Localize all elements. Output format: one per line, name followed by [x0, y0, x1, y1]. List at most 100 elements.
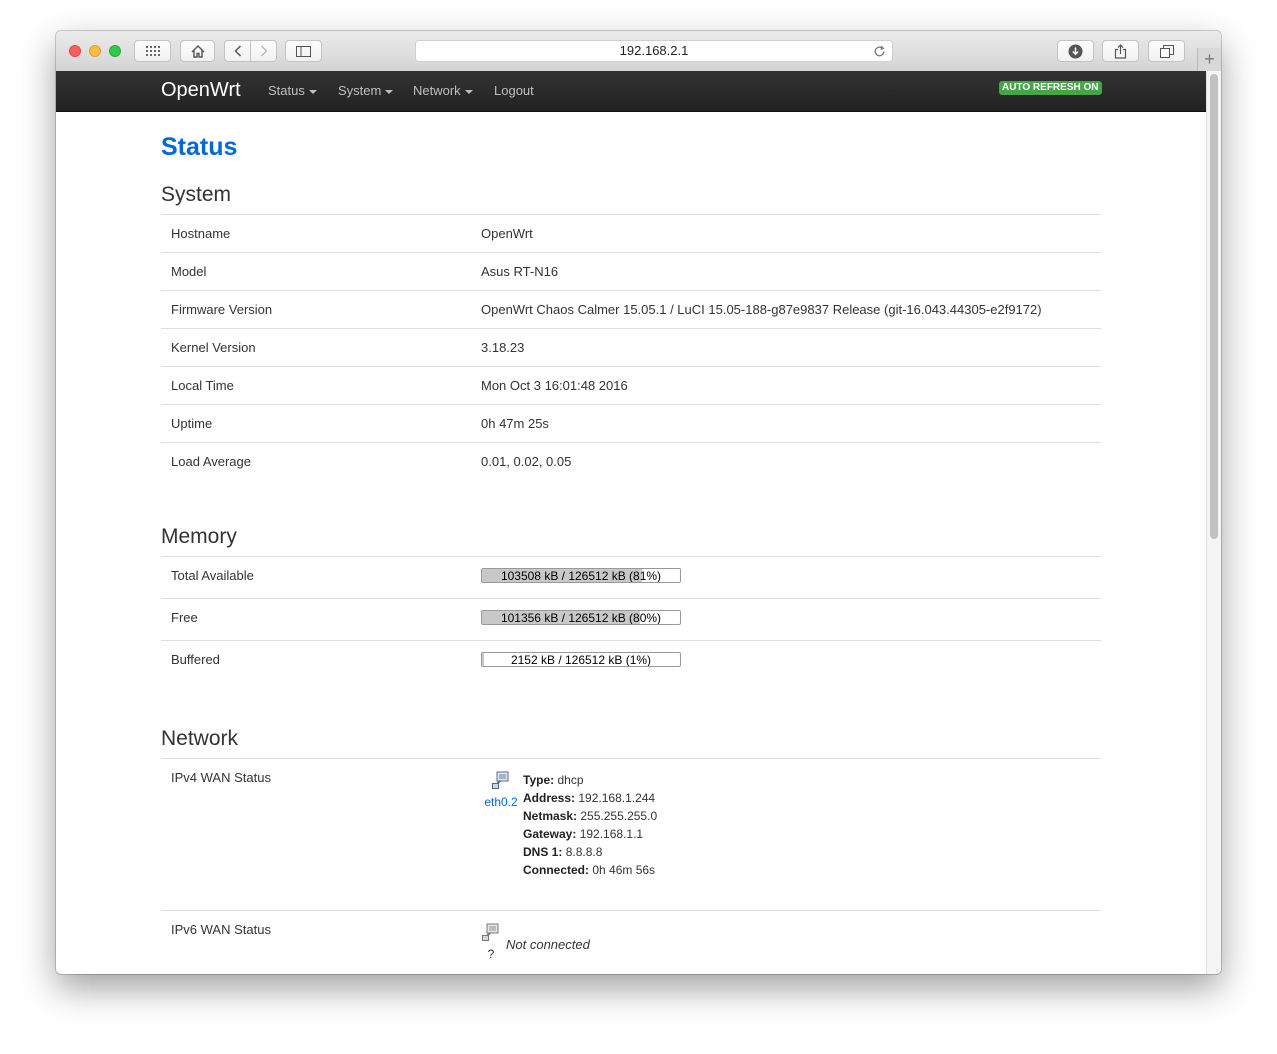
- scrollbar-thumb[interactable]: [1210, 74, 1218, 539]
- show-tabs-button[interactable]: [1148, 40, 1185, 62]
- page-scrollbar[interactable]: [1206, 71, 1221, 974]
- row-label: Load Average: [171, 454, 251, 469]
- download-icon: [1068, 44, 1083, 59]
- netmask-label: Netmask:: [523, 809, 578, 823]
- dns-value: 8.8.8.8: [565, 845, 603, 859]
- row-label: Model: [171, 264, 207, 279]
- back-icon: [233, 45, 242, 57]
- auto-refresh-badge[interactable]: AUTO REFRESH ON: [999, 81, 1102, 95]
- network-interface-icon: [482, 923, 500, 944]
- tabs-icon: [1159, 44, 1174, 58]
- table-row: Kernel Version 3.18.23: [161, 328, 1101, 366]
- url-text: 192.168.2.1: [619, 43, 689, 58]
- row-label: Free: [171, 610, 198, 625]
- type-value: dhcp: [557, 773, 584, 787]
- browser-window: 192.168.2.1 + OpenWrt Status System Netw…: [56, 31, 1221, 974]
- forward-button[interactable]: [250, 40, 277, 62]
- sidebar-icon: [296, 45, 311, 57]
- row-label: Firmware Version: [171, 302, 273, 317]
- reload-icon[interactable]: [873, 44, 886, 64]
- zoom-window-button[interactable]: [109, 45, 121, 57]
- network-table: IPv4 WAN Status eth0.2 Type: dhcp Addres…: [161, 758, 1101, 974]
- caret-down-icon: [385, 89, 394, 94]
- table-row: Buffered 2152 kB / 126512 kB (1%): [161, 640, 1101, 682]
- nav-logout-label: Logout: [494, 83, 534, 98]
- interface-name: ?: [487, 947, 495, 961]
- nav-status-label: Status: [268, 83, 305, 98]
- ipv6-status: Not connected: [506, 937, 590, 952]
- openwrt-navbar: OpenWrt Status System Network Logout AUT…: [56, 71, 1206, 112]
- row-label: Kernel Version: [171, 340, 256, 355]
- caret-down-icon: [464, 89, 473, 94]
- row-value: 0.01, 0.02, 0.05: [481, 454, 572, 469]
- sidebar-button[interactable]: [285, 40, 322, 62]
- nav-system[interactable]: System: [338, 83, 394, 98]
- brand-logo[interactable]: OpenWrt: [161, 79, 241, 102]
- table-row: Hostname OpenWrt: [161, 214, 1101, 252]
- row-value: Mon Oct 3 16:01:48 2016: [481, 378, 628, 393]
- ipv4-details: Type: dhcp Address: 192.168.1.244 Netmas…: [523, 771, 657, 879]
- row-label: Total Available: [171, 568, 254, 583]
- home-icon: [191, 44, 205, 58]
- nav-logout[interactable]: Logout: [494, 83, 534, 98]
- grid-icon: [145, 46, 160, 56]
- row-label: IPv4 WAN Status: [171, 770, 271, 785]
- row-label: Buffered: [171, 652, 220, 667]
- table-row: Load Average 0.01, 0.02, 0.05: [161, 442, 1101, 480]
- row-value: 3.18.23: [481, 340, 525, 355]
- ipv6-interface[interactable]: ?: [473, 923, 509, 961]
- downloads-button[interactable]: [1057, 40, 1094, 62]
- type-label: Type:: [523, 773, 555, 787]
- address-label: Address:: [523, 791, 576, 805]
- network-heading: Network: [161, 727, 239, 750]
- nav-status[interactable]: Status: [268, 83, 317, 98]
- netmask-value: 255.255.255.0: [580, 809, 658, 823]
- new-tab-button[interactable]: +: [1197, 48, 1221, 72]
- network-interface-icon: [492, 771, 510, 792]
- table-row: IPv4 WAN Status eth0.2 Type: dhcp Addres…: [161, 758, 1101, 910]
- progress-text: 101356 kB / 126512 kB (80%): [500, 611, 662, 625]
- ipv4-interface[interactable]: eth0.2: [483, 771, 519, 809]
- dns-label: DNS 1:: [523, 845, 563, 859]
- row-label: Uptime: [171, 416, 213, 431]
- table-row: Uptime 0h 47m 25s: [161, 404, 1101, 442]
- progress-text: 103508 kB / 126512 kB (81%): [500, 569, 662, 583]
- row-value: OpenWrt Chaos Calmer 15.05.1 / LuCI 15.0…: [481, 302, 1042, 317]
- page-title: Status: [161, 133, 238, 161]
- table-row: Free 101356 kB / 126512 kB (80%): [161, 598, 1101, 640]
- table-row: Model Asus RT-N16: [161, 252, 1101, 290]
- table-row: IPv6 WAN Status ? Not connected: [161, 910, 1101, 974]
- memory-heading: Memory: [161, 525, 237, 548]
- memory-progress-bar: 2152 kB / 126512 kB (1%): [481, 652, 681, 667]
- table-row: Local Time Mon Oct 3 16:01:48 2016: [161, 366, 1101, 404]
- memory-progress-bar: 101356 kB / 126512 kB (80%): [481, 610, 681, 625]
- row-value: OpenWrt: [481, 226, 533, 241]
- gateway-label: Gateway:: [523, 827, 577, 841]
- row-value: Asus RT-N16: [481, 264, 559, 279]
- back-button[interactable]: [224, 40, 251, 62]
- nav-network[interactable]: Network: [413, 83, 473, 98]
- interface-name: eth0.2: [484, 795, 518, 809]
- row-label: Hostname: [171, 226, 231, 241]
- minimize-window-button[interactable]: [89, 45, 101, 57]
- connected-label: Connected:: [523, 863, 589, 877]
- close-window-button[interactable]: [69, 45, 81, 57]
- share-button[interactable]: [1102, 40, 1139, 62]
- address-bar[interactable]: 192.168.2.1: [415, 40, 893, 62]
- gateway-value: 192.168.1.1: [579, 827, 644, 841]
- table-row: Total Available 103508 kB / 126512 kB (8…: [161, 556, 1101, 598]
- system-table: Hostname OpenWrt Model Asus RT-N16 Firmw…: [161, 214, 1101, 480]
- forward-icon: [260, 45, 268, 57]
- address-value: 192.168.1.244: [578, 791, 656, 805]
- caret-down-icon: [308, 89, 317, 94]
- row-label: Local Time: [171, 378, 234, 393]
- home-button[interactable]: [180, 40, 215, 62]
- row-value: 0h 47m 25s: [481, 416, 549, 431]
- memory-progress-bar: 103508 kB / 126512 kB (81%): [481, 568, 681, 583]
- nav-system-label: System: [338, 83, 382, 98]
- connected-value: 0h 46m 56s: [592, 863, 656, 877]
- table-row: Firmware Version OpenWrt Chaos Calmer 15…: [161, 290, 1101, 328]
- browser-toolbar: 192.168.2.1 +: [56, 31, 1221, 72]
- top-sites-button[interactable]: [134, 40, 171, 62]
- share-icon: [1114, 43, 1127, 59]
